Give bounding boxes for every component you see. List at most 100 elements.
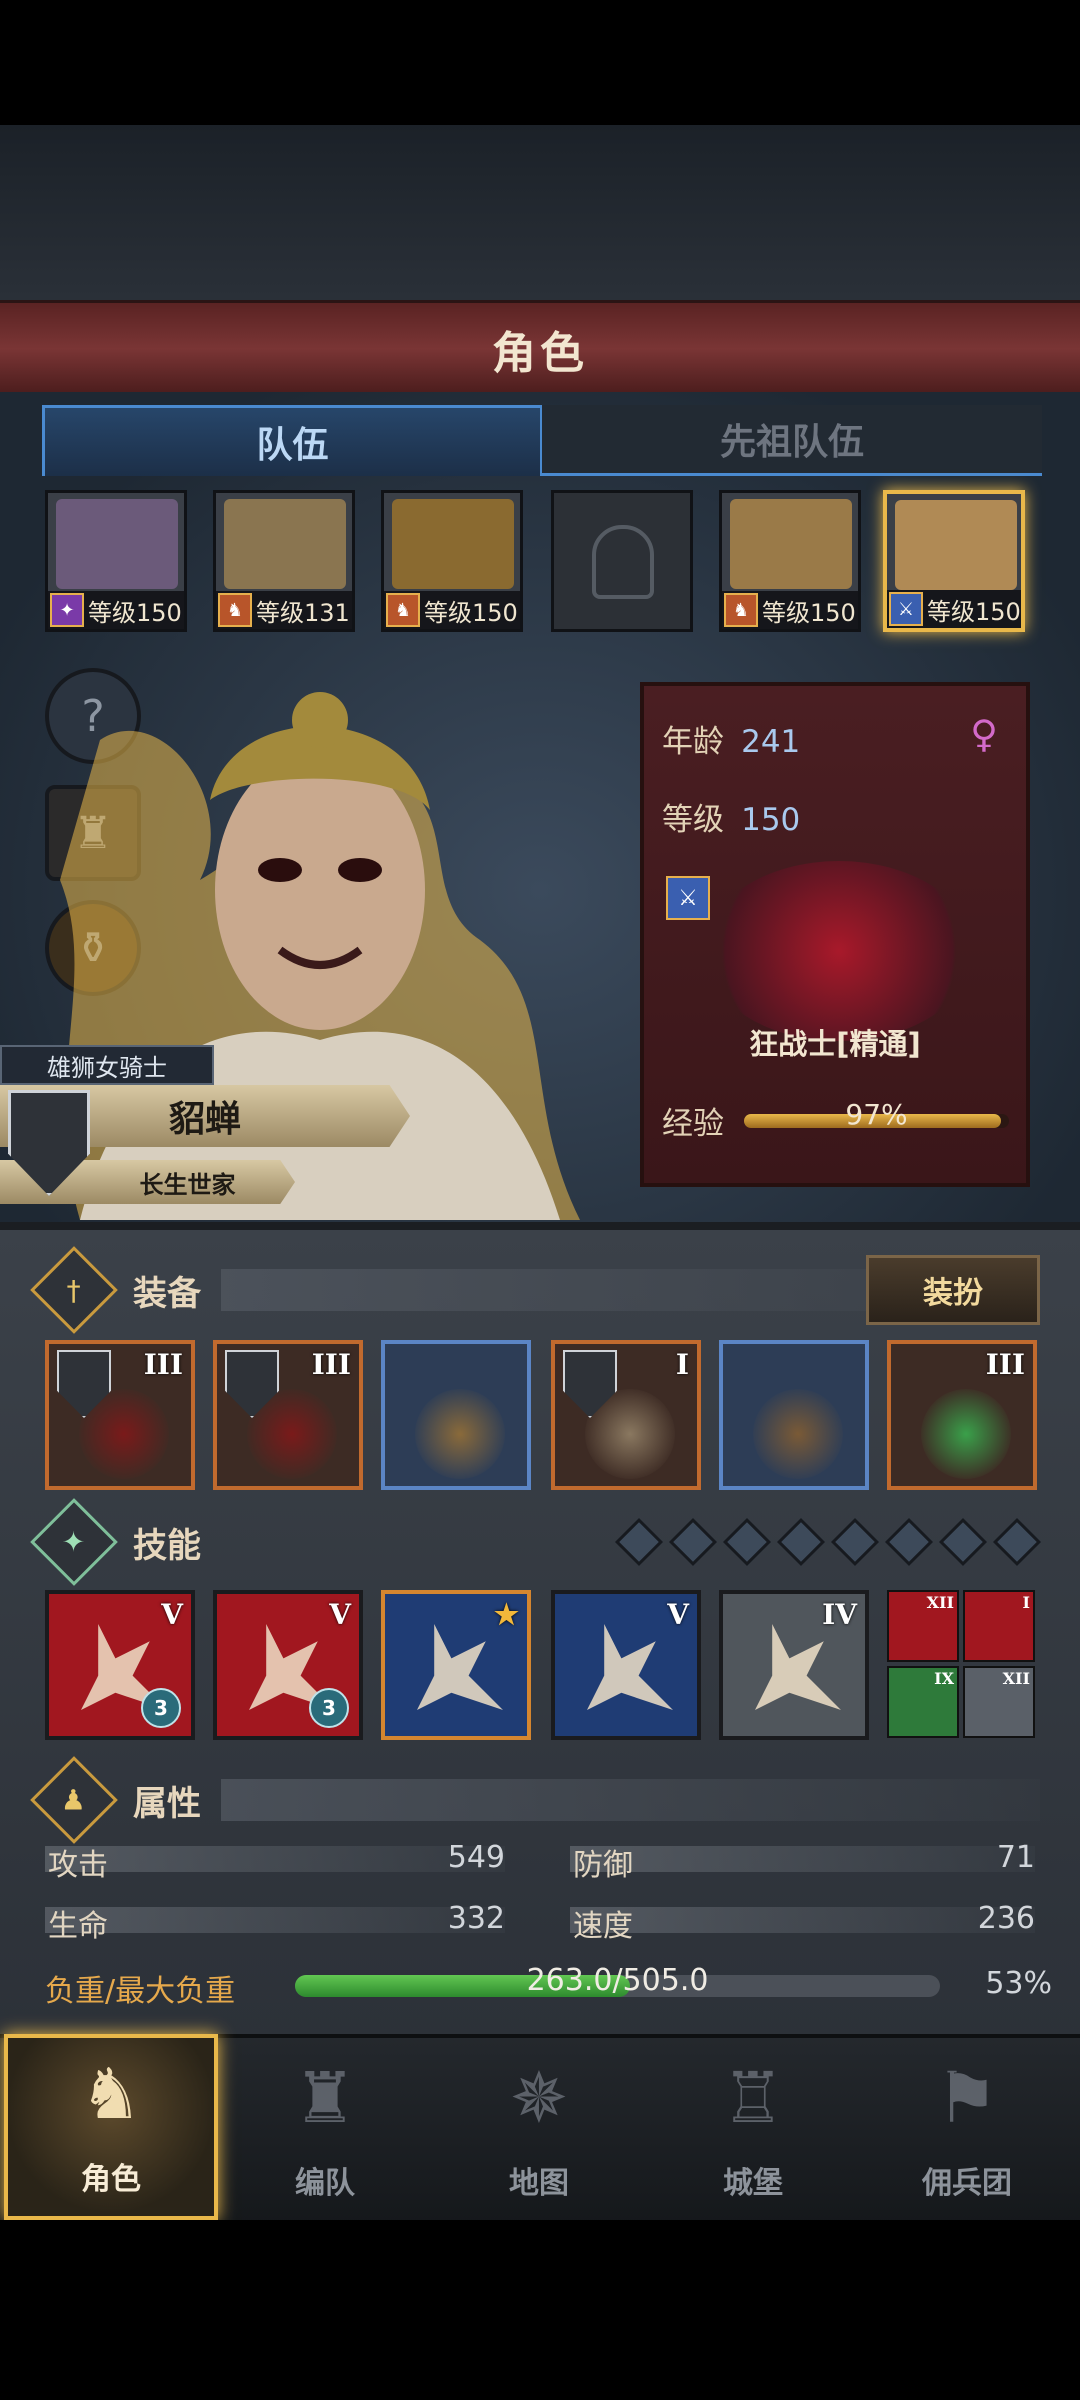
skill-count-badge: 3 [309, 1688, 349, 1728]
rank-label: III [311, 1348, 351, 1381]
level-text: 等级150 [927, 597, 1021, 626]
level-strip: ✦ 等级150 [48, 591, 184, 629]
tab-team[interactable]: 队伍 [42, 405, 543, 476]
helmet-icon: ♜ [293, 2057, 357, 2139]
class-artwork [704, 861, 974, 1041]
level-strip: ♞ 等级150 [722, 591, 858, 629]
house-name: 长生世家 [139, 1170, 236, 1199]
equipment-icon [753, 1389, 843, 1479]
roster-slot-3[interactable]: ♞ 等级150 [381, 490, 523, 632]
equipment-slot[interactable] [719, 1340, 869, 1490]
level-row: 等级 150 [662, 794, 800, 839]
skill-slot[interactable]: V3 [213, 1590, 363, 1740]
hero-portrait [730, 499, 852, 589]
status-bar [0, 0, 1080, 125]
nav-banner[interactable]: ⚑ 佣兵团 [860, 2034, 1074, 2220]
section-divider [221, 1779, 1040, 1821]
skill-slot[interactable]: IV [719, 1590, 869, 1740]
load-percent: 53% [985, 1966, 1052, 2001]
skill-gem-icon [668, 1517, 718, 1567]
character-title: 雄狮女骑士 [0, 1045, 214, 1085]
passive-skill-slot[interactable]: XII [887, 1590, 959, 1662]
level-label: 等级 [662, 802, 724, 838]
level-value: 150 [741, 802, 801, 838]
defense-label: 防御 [573, 1848, 633, 1883]
skills-title: 技能 [133, 1525, 201, 1566]
passive-skill-slot[interactable]: I [963, 1590, 1035, 1662]
skills-header: ✦ 技能 [30, 1498, 1042, 1586]
skill-gem-icon [884, 1517, 934, 1567]
level-text: 等级150 [88, 598, 182, 627]
speed-label: 速度 [573, 1909, 633, 1944]
hero-portrait [56, 499, 178, 589]
equipment-icon [415, 1389, 505, 1479]
tab-ancestor-team[interactable]: 先祖队伍 [542, 405, 1042, 476]
rank-label: I [675, 1348, 689, 1381]
rank-label: III [985, 1348, 1025, 1381]
skill-rank: V [161, 1598, 183, 1631]
skill-slot[interactable]: ★ [381, 1590, 531, 1740]
attack-label: 攻击 [48, 1848, 108, 1883]
system-bar [0, 2220, 1080, 2400]
level-text: 等级150 [762, 598, 856, 627]
sword-class-icon: ⚔ [666, 876, 710, 920]
rank-label: III [143, 1348, 183, 1381]
equipment-slot[interactable]: I [551, 1340, 701, 1490]
hero-portrait [224, 499, 346, 589]
female-icon: ♀ [970, 712, 998, 756]
level-strip: ⚔ 等级150 [887, 590, 1021, 628]
defense-value: 71 [996, 1840, 1035, 1875]
skill-icon [417, 1624, 503, 1710]
skill-rank: IV [822, 1598, 857, 1631]
nav-label: 地图 [509, 2166, 569, 2201]
character-name: 貂蝉 [168, 1099, 241, 1140]
hp-value: 332 [447, 1901, 505, 1936]
equipment-slot[interactable]: III [887, 1340, 1037, 1490]
roster-slot-6-selected[interactable]: ⚔ 等级150 [883, 490, 1025, 632]
load-text: 263.0/505.0 [526, 1963, 709, 1998]
nav-label: 角色 [81, 2162, 141, 2197]
nav-compass[interactable]: ✵ 地图 [432, 2034, 646, 2220]
passive-skill-slot[interactable]: XII [963, 1666, 1035, 1738]
hero-portrait [392, 499, 514, 589]
skill-gem-icon [776, 1517, 826, 1567]
skill-rank: IX [934, 1669, 954, 1688]
skill-gem-row [614, 1517, 1042, 1567]
dress-up-button[interactable]: 装扮 [866, 1255, 1040, 1325]
nav-helmet[interactable]: ♜ 编队 [218, 2034, 432, 2220]
knight-icon: ♞ [79, 2053, 143, 2135]
staff-icon: ✦ [50, 593, 84, 627]
attack-value: 549 [447, 1840, 505, 1875]
age-value: 241 [741, 724, 801, 760]
character-info-panel: 年龄 241 ♀ 等级 150 ⚔ 狂战士[精通] 经验 97% [640, 682, 1030, 1187]
age-label: 年龄 [662, 724, 724, 760]
skill-rank: I [1022, 1593, 1030, 1612]
nav-castle[interactable]: ♖ 城堡 [646, 2034, 860, 2220]
horse-icon: ♞ [218, 593, 252, 627]
equipment-slot[interactable] [381, 1340, 531, 1490]
roster-slot-1[interactable]: ✦ 等级150 [45, 490, 187, 632]
nav-knight[interactable]: ♞ 角色 [4, 2034, 218, 2220]
roster-slot-5[interactable]: ♞ 等级150 [719, 490, 861, 632]
skill-rank: XII [926, 1593, 954, 1612]
skill-rank: V [329, 1598, 351, 1631]
castle-icon: ♖ [721, 2057, 785, 2139]
load-label: 负重/最大负重 [45, 1974, 236, 2009]
nav-label: 佣兵团 [922, 2166, 1012, 2201]
skill-gem-icon [992, 1517, 1042, 1567]
skill-gem-icon [614, 1517, 664, 1567]
empty-knight-icon [592, 525, 654, 599]
roster-slot-empty[interactable] [551, 490, 693, 632]
hp-label: 生命 [48, 1909, 108, 1944]
roster-slot-2[interactable]: ♞ 等级131 [213, 490, 355, 632]
skill-slot[interactable]: V [551, 1590, 701, 1740]
skill-slot[interactable]: V3 [45, 1590, 195, 1740]
equipment-slot[interactable]: III [45, 1340, 195, 1490]
skill-rank: V [667, 1598, 689, 1631]
passive-skill-slot[interactable]: IX [887, 1666, 959, 1738]
speed-value: 236 [977, 1901, 1035, 1936]
equipment-slot[interactable]: III [213, 1340, 363, 1490]
skill-gem-icon [938, 1517, 988, 1567]
skill-icon [755, 1624, 841, 1710]
equipment-icon [921, 1389, 1011, 1479]
